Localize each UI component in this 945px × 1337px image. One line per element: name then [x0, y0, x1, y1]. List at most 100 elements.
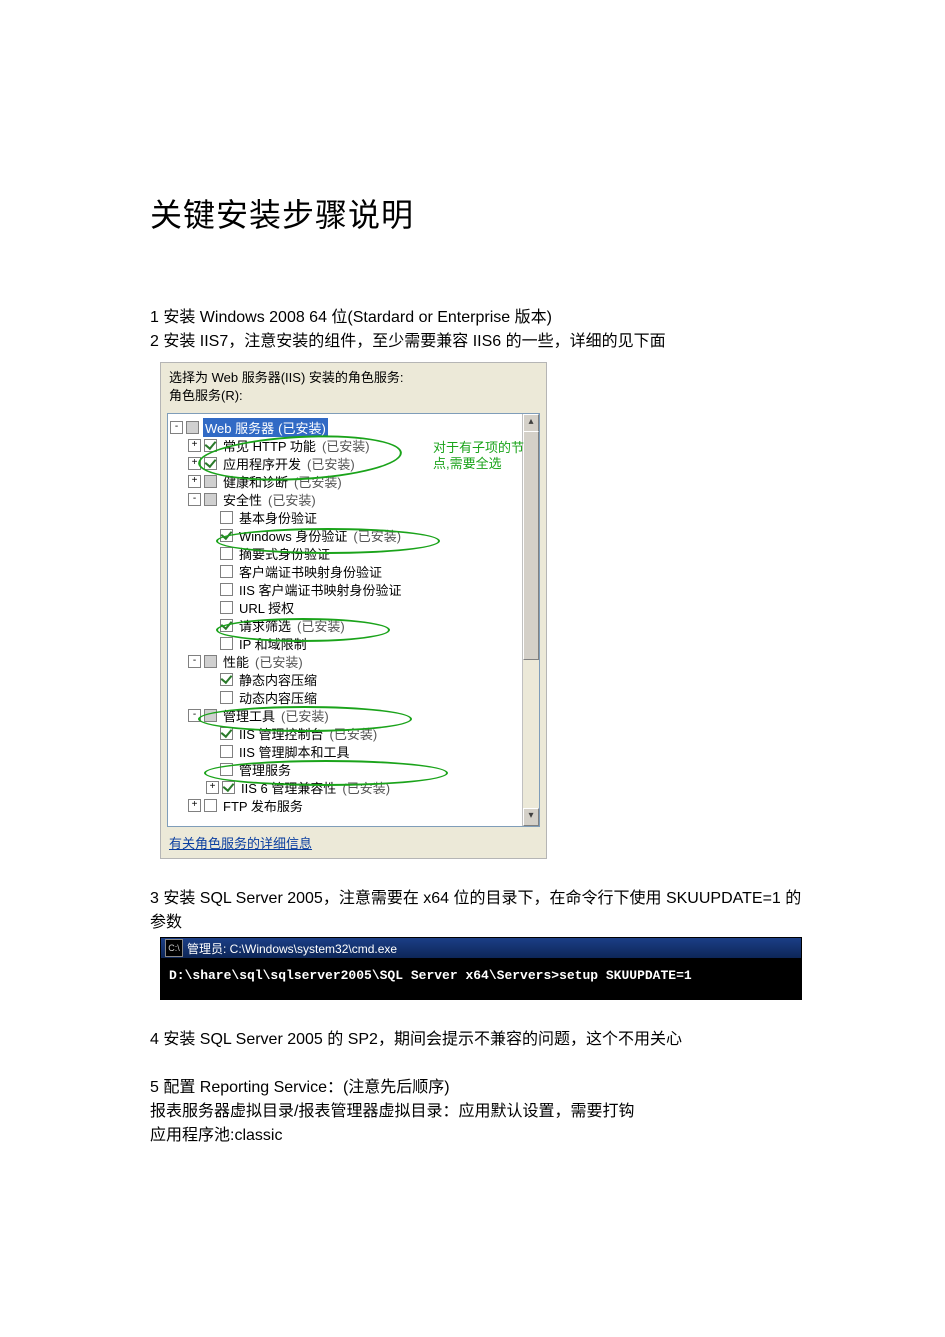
tree-checkbox[interactable]	[222, 781, 235, 794]
step-5b: 应用程序池:classic	[150, 1124, 815, 1148]
tree-checkbox[interactable]	[204, 493, 217, 506]
installed-badge: (已安装)	[268, 490, 316, 509]
tree-node[interactable]: 客户端证书映射身份验证	[170, 562, 537, 580]
tree-checkbox[interactable]	[220, 601, 233, 614]
tree-checkbox[interactable]	[204, 439, 217, 452]
tree-node[interactable]: + IIS 6 管理兼容性 (已安装)	[170, 778, 537, 796]
tree-scrollbar[interactable]: ▴ ▾	[522, 414, 539, 826]
expand-icon[interactable]: +	[188, 475, 201, 488]
tree-node-label: 动态内容压缩	[237, 688, 319, 707]
tree-node-label: 管理工具	[221, 706, 277, 725]
iis-header-line1: 选择为 Web 服务器(IIS) 安装的角色服务:	[169, 369, 538, 387]
step-5a: 报表服务器虚拟目录/报表管理器虚拟目录：应用默认设置，需要打钩	[150, 1100, 815, 1124]
tree-node[interactable]: Windows 身份验证 (已安装)	[170, 526, 537, 544]
tree-checkbox[interactable]	[220, 727, 233, 740]
scroll-up-icon[interactable]: ▴	[523, 414, 539, 432]
tree-node[interactable]: IIS 管理脚本和工具	[170, 742, 537, 760]
expand-icon[interactable]: +	[206, 781, 219, 794]
expander-placeholder	[206, 530, 217, 541]
tree-node-label: 常见 HTTP 功能	[221, 436, 318, 455]
tree-node[interactable]: + FTP 发布服务	[170, 796, 537, 814]
tree-node[interactable]: - 管理工具 (已安装)	[170, 706, 537, 724]
expander-placeholder	[206, 602, 217, 613]
tree-node-label: 请求筛选	[237, 616, 293, 635]
installed-badge: (已安装)	[255, 652, 303, 671]
tree-checkbox[interactable]	[204, 799, 217, 812]
tree-node-label: IP 和域限制	[237, 634, 309, 653]
tree-node-label: URL 授权	[237, 598, 296, 617]
tree-node[interactable]: 管理服务	[170, 760, 537, 778]
installed-badge: (已安装)	[281, 706, 329, 725]
tree-checkbox[interactable]	[220, 637, 233, 650]
role-services-tree[interactable]: - Web 服务器 (已安装) + 常见 HTTP 功能 (已安装) + 应用程序开发 (…	[167, 413, 540, 827]
installed-badge: (已安装)	[294, 472, 342, 491]
tree-node[interactable]: + 健康和诊断 (已安装)	[170, 472, 537, 490]
cmd-title-text: 管理员: C:\Windows\system32\cmd.exe	[187, 940, 397, 957]
scroll-down-icon[interactable]: ▾	[523, 808, 539, 826]
tree-checkbox[interactable]	[186, 421, 199, 434]
tree-checkbox[interactable]	[204, 655, 217, 668]
tree-node[interactable]: IIS 管理控制台 (已安装)	[170, 724, 537, 742]
annotation-text: 对于有子项的节点,需要全选	[433, 440, 533, 472]
tree-checkbox[interactable]	[220, 673, 233, 686]
tree-checkbox[interactable]	[220, 745, 233, 758]
expander-placeholder	[206, 746, 217, 757]
tree-node-label: 客户端证书映射身份验证	[237, 562, 384, 581]
collapse-icon[interactable]: -	[188, 655, 201, 668]
tree-node-label: 静态内容压缩	[237, 670, 319, 689]
tree-checkbox[interactable]	[204, 457, 217, 470]
expander-placeholder	[206, 674, 217, 685]
tree-node-label: IIS 管理脚本和工具	[237, 742, 352, 761]
expander-placeholder	[206, 692, 217, 703]
expander-placeholder	[206, 548, 217, 559]
tree-node-label: IIS 管理控制台	[237, 724, 326, 743]
step-1: 1 安装 Windows 2008 64 位(Stardard or Enter…	[150, 306, 815, 330]
tree-node[interactable]: - Web 服务器 (已安装)	[170, 418, 537, 436]
tree-checkbox[interactable]	[220, 511, 233, 524]
collapse-icon[interactable]: -	[188, 493, 201, 506]
installed-badge: (已安装)	[342, 778, 390, 797]
iis-header-line2: 角色服务(R):	[169, 387, 538, 405]
tree-node-label: 健康和诊断	[221, 472, 290, 491]
expand-icon[interactable]: +	[188, 457, 201, 470]
tree-node[interactable]: IIS 客户端证书映射身份验证	[170, 580, 537, 598]
tree-checkbox[interactable]	[220, 691, 233, 704]
installed-badge: (已安装)	[276, 418, 328, 437]
step-3: 3 安装 SQL Server 2005，注意需要在 x64 位的目录下，在命令…	[150, 887, 815, 935]
tree-checkbox[interactable]	[220, 583, 233, 596]
tree-node-label: 安全性	[221, 490, 264, 509]
tree-node-label: 应用程序开发	[221, 454, 303, 473]
tree-node[interactable]: 基本身份验证	[170, 508, 537, 526]
expander-placeholder	[206, 638, 217, 649]
expand-icon[interactable]: +	[188, 439, 201, 452]
tree-node[interactable]: - 安全性 (已安装)	[170, 490, 537, 508]
iis-role-services-panel: 选择为 Web 服务器(IIS) 安装的角色服务: 角色服务(R): - Web …	[160, 362, 547, 859]
tree-checkbox[interactable]	[204, 709, 217, 722]
tree-checkbox[interactable]	[220, 565, 233, 578]
tree-node[interactable]: -性能 (已安装)	[170, 652, 537, 670]
tree-node[interactable]: 摘要式身份验证	[170, 544, 537, 562]
tree-node[interactable]: IP 和域限制	[170, 634, 537, 652]
collapse-icon[interactable]: -	[170, 421, 183, 434]
tree-checkbox[interactable]	[220, 763, 233, 776]
tree-checkbox[interactable]	[220, 547, 233, 560]
tree-node[interactable]: URL 授权	[170, 598, 537, 616]
tree-node[interactable]: 静态内容压缩	[170, 670, 537, 688]
tree-checkbox[interactable]	[220, 619, 233, 632]
tree-node[interactable]: 请求筛选 (已安装)	[170, 616, 537, 634]
tree-checkbox[interactable]	[220, 529, 233, 542]
tree-node[interactable]: 动态内容压缩	[170, 688, 537, 706]
tree-node-label: FTP 发布服务	[221, 796, 305, 815]
installed-badge: (已安装)	[330, 724, 378, 743]
installed-badge: (已安装)	[297, 616, 345, 635]
installed-badge: (已安装)	[353, 526, 401, 545]
tree-node-label: IIS 客户端证书映射身份验证	[237, 580, 404, 599]
collapse-icon[interactable]: -	[188, 709, 201, 722]
tree-node-label: Web 服务器	[203, 418, 276, 437]
expand-icon[interactable]: +	[188, 799, 201, 812]
tree-node-label: IIS 6 管理兼容性	[239, 778, 338, 797]
installed-badge: (已安装)	[307, 454, 355, 473]
role-services-details-link[interactable]: 有关角色服务的详细信息	[169, 833, 312, 852]
expander-placeholder	[206, 764, 217, 775]
tree-checkbox[interactable]	[204, 475, 217, 488]
